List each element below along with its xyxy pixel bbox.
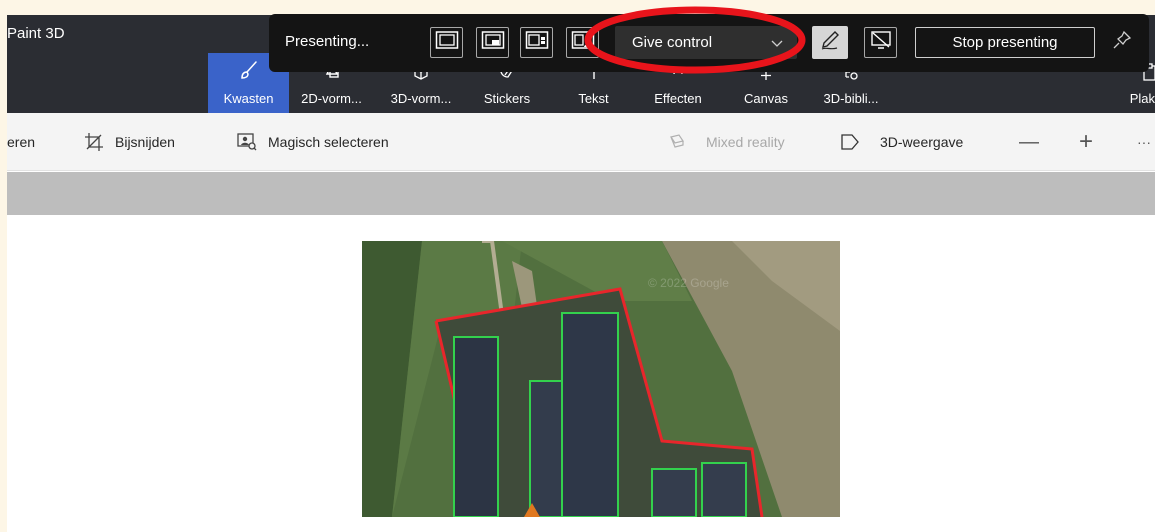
mixed-reality-label: Mixed reality (706, 134, 785, 150)
annotate-button[interactable] (812, 26, 848, 59)
select-button[interactable]: eren (7, 113, 35, 171)
stop-presenting-button[interactable]: Stop presenting (915, 27, 1095, 58)
crop-button[interactable]: Bijsnijden (84, 113, 175, 171)
layout-side-by-side-button[interactable] (520, 27, 553, 58)
pen-icon (819, 29, 841, 56)
map-watermark: © 2022 Google (648, 276, 729, 290)
layout-presenter-overlay-button[interactable] (476, 27, 509, 58)
mixed-reality-icon (667, 133, 687, 151)
zoom-out-icon: — (1019, 130, 1039, 153)
content-only-icon (435, 30, 459, 55)
view-3d-label: 3D-weergave (880, 134, 964, 150)
tab-label: Stickers (483, 91, 531, 106)
pin-button[interactable] (1112, 30, 1132, 55)
workspace-strip (7, 172, 1155, 215)
magic-select-icon (237, 133, 257, 151)
zoom-out-button[interactable]: — (1019, 113, 1039, 171)
toolbar: eren Bijsnijden Magisch selecteren Mixed… (7, 113, 1155, 171)
select-label: eren (7, 134, 36, 150)
give-control-dropdown[interactable]: Give control (615, 26, 797, 59)
pin-icon (1112, 30, 1132, 54)
zoom-in-icon: + (1079, 128, 1094, 155)
tab-label: 2D-vorm... (301, 91, 362, 106)
more-button[interactable]: ··· (1137, 113, 1151, 171)
tab-label: Kwasten (223, 91, 274, 106)
crop-icon (84, 132, 104, 152)
stop-sharing-screen-button[interactable] (864, 27, 897, 58)
magic-select-label: Magisch selecteren (268, 134, 389, 150)
view-3d-button[interactable]: 3D-weergave (840, 113, 963, 171)
side-by-side-icon (525, 30, 549, 55)
presenter-overlay-icon (481, 30, 505, 55)
tab-label: 3D-vorm... (390, 91, 452, 106)
more-icon: ··· (1137, 134, 1151, 150)
app-title: Paint 3D (7, 25, 65, 42)
zoom-in-button[interactable]: + (1079, 113, 1093, 171)
tab-label: Canvas (743, 91, 789, 106)
stop-presenting-label: Stop presenting (952, 34, 1058, 51)
magic-select-button[interactable]: Magisch selecteren (237, 113, 389, 171)
crop-label: Bijsnijden (115, 134, 175, 150)
view-3d-icon (840, 133, 860, 151)
tab-label: Tekst (578, 91, 609, 106)
tab-label: Plak (1129, 91, 1155, 106)
reporter-icon (571, 30, 595, 55)
layout-content-only-button[interactable] (430, 27, 463, 58)
tab-label: 3D-bibli... (823, 91, 879, 106)
presenting-status: Presenting... (285, 33, 370, 50)
mixed-reality-button[interactable]: Mixed reality (667, 113, 785, 171)
screen-share-off-icon (870, 30, 892, 55)
give-control-label: Give control (632, 34, 713, 51)
aerial-photo (362, 241, 840, 517)
layout-reporter-button[interactable] (566, 27, 599, 58)
chevron-down-icon (771, 36, 783, 53)
tab-label: Effecten (654, 91, 702, 106)
